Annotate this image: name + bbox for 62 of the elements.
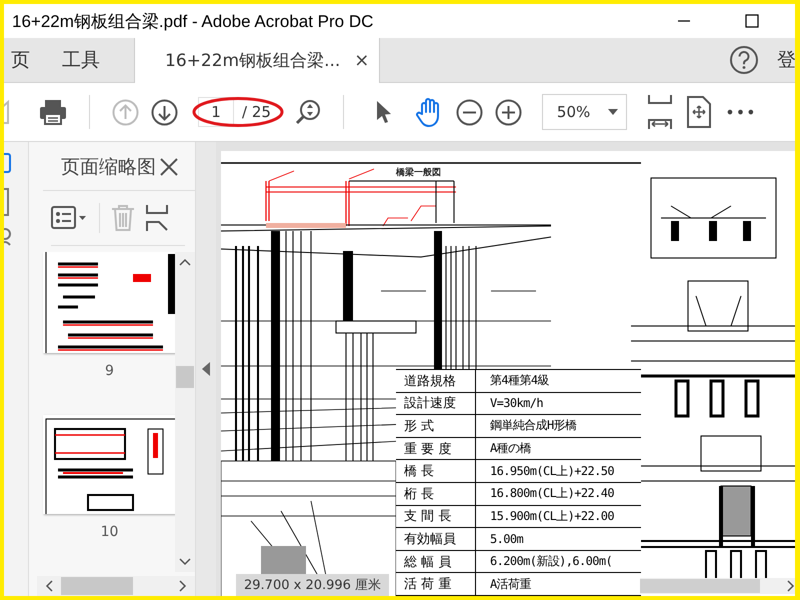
table-cell-text: 第4種第4級	[489, 372, 549, 390]
page-count: / 25	[241, 103, 272, 121]
page-number-label: 10	[100, 524, 120, 540]
zoom-in-icon[interactable]	[494, 98, 522, 126]
maximize-icon[interactable]	[745, 14, 759, 28]
page-number-label: 9	[104, 362, 115, 379]
table-cell-text: A活荷重	[489, 576, 531, 593]
window-title: 16+22m钢板组合梁.pdf - Adobe Acrobat Pro DC	[11, 10, 374, 32]
tab[interactable]: 工具	[46, 38, 116, 82]
table-cell-text: 6.200m(新設),6.00m(	[489, 553, 612, 570]
horizontal-scrollbar[interactable]	[640, 578, 795, 594]
tab[interactable]: 页	[4, 38, 46, 82]
page-size-label: 29.700 x 20.996 厘米	[236, 574, 390, 596]
table-cell-text: 16.950m(CL上)+22.50	[489, 462, 614, 480]
caret-icon	[608, 109, 618, 115]
scrollbar-thumb[interactable]	[640, 579, 760, 593]
tab[interactable]: 16+22m钢板组合梁... ×	[134, 38, 380, 83]
table-cell-text: A種の橋	[489, 440, 531, 458]
table-cell-text: 16.800m(CL上)+22.40	[489, 485, 614, 502]
table-cell: 道路規格	[396, 370, 476, 392]
collapse-arrow-icon[interactable]	[202, 362, 210, 376]
table-cell: 支 間 長	[396, 506, 476, 528]
zoom-out-icon[interactable]	[456, 98, 483, 126]
panel-title: 页面缩略图	[61, 155, 156, 180]
sign-in-link[interactable]: 登	[777, 47, 795, 73]
chevron-right-icon[interactable]	[179, 580, 187, 592]
table-cell: 有効幅員	[396, 528, 476, 550]
table-cell: 桁 長	[396, 482, 476, 505]
scrollbar-thumb[interactable]	[61, 577, 133, 595]
table-cell-text: V=30km/h	[489, 396, 543, 410]
full-screen-icon[interactable]	[685, 96, 714, 128]
table-cell: 形 式	[396, 415, 476, 437]
table-cell: 設計速度	[396, 392, 476, 414]
zoom-search-icon[interactable]	[294, 99, 321, 125]
page-thumbnail[interactable]	[43, 252, 175, 353]
table-cell-text: 5.00m	[489, 532, 524, 546]
horizontal-scrollbar[interactable]	[37, 576, 195, 596]
page-number-field[interactable]: 1	[198, 97, 234, 127]
chevron-down-icon[interactable]	[179, 558, 191, 566]
table-cell-text: 15.900m(CL上)+22.00	[489, 508, 614, 525]
more-tools-button[interactable]: •••	[725, 102, 757, 122]
next-page-icon[interactable]	[151, 98, 178, 126]
table-cell: 重 要 度	[396, 438, 476, 460]
page-thumbnail[interactable]	[43, 414, 175, 514]
page-extract-icon[interactable]	[146, 204, 168, 232]
fit-page-icon[interactable]	[647, 94, 674, 130]
chevron-right-icon[interactable]	[787, 580, 795, 592]
options-icon[interactable]	[51, 206, 89, 230]
chevron-left-icon[interactable]	[45, 580, 53, 592]
table-cell: 活 荷 重	[396, 573, 476, 595]
close-tab-button[interactable]: ×	[354, 50, 370, 71]
vertical-scrollbar[interactable]	[175, 252, 195, 572]
chevron-up-icon[interactable]	[179, 258, 191, 266]
drawing-title: 橋梁一般図	[396, 166, 441, 179]
help-icon[interactable]	[729, 45, 759, 75]
print-icon[interactable]	[39, 99, 67, 125]
scrollbar-thumb[interactable]	[176, 366, 194, 388]
table-cell: 総 幅 員	[396, 550, 476, 572]
table-cell: 橋 長	[396, 460, 476, 482]
table-cell-text: 鋼単純合成H形橋	[489, 417, 576, 434]
close-icon[interactable]	[159, 157, 179, 177]
zoom-dropdown[interactable]: 50%	[542, 94, 628, 130]
